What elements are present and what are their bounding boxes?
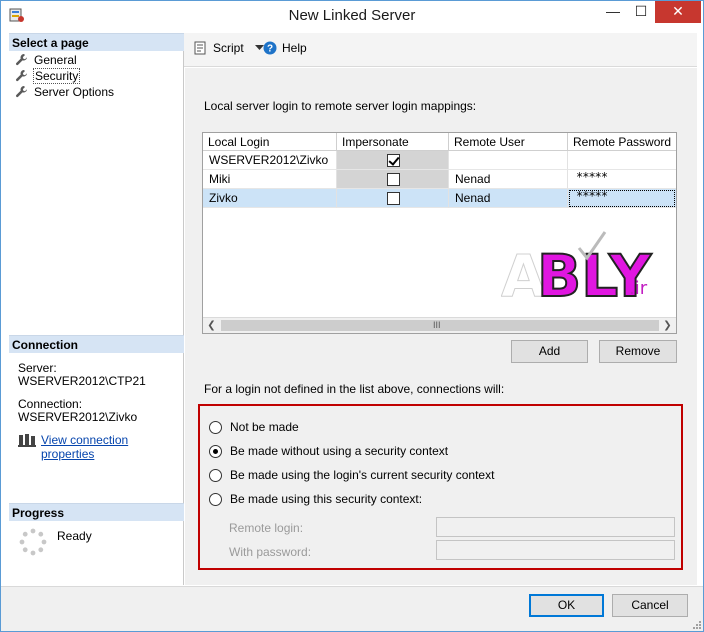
cell-impersonate[interactable]: [337, 189, 449, 208]
page-item-security[interactable]: Security: [15, 68, 81, 84]
wrench-icon: [15, 70, 27, 82]
progress-status: Ready: [57, 529, 92, 543]
radio-button[interactable]: [209, 468, 222, 482]
ok-button[interactable]: OK: [529, 594, 604, 617]
page-item-label: Server Options: [34, 85, 115, 99]
column-header-remote-user[interactable]: Remote User: [449, 133, 568, 151]
column-header-remote-password[interactable]: Remote Password: [568, 133, 676, 151]
view-connection-properties-link[interactable]: View connection properties: [41, 433, 183, 461]
wrench-icon: [15, 54, 27, 66]
cancel-button[interactable]: Cancel: [612, 594, 688, 617]
cell-impersonate[interactable]: [337, 170, 449, 189]
option-label: Be made using this security context:: [230, 492, 423, 506]
scrollbar-grip: III: [433, 320, 441, 330]
toolbar: Script ? Help: [184, 33, 697, 67]
scroll-left-arrow-icon[interactable]: ❮: [203, 318, 220, 333]
table-row[interactable]: WSERVER2012\Zivko: [203, 151, 676, 170]
svg-text:?: ?: [267, 44, 273, 55]
minimize-button[interactable]: —: [599, 1, 627, 23]
with-password-label: With password:: [229, 545, 312, 559]
connection-properties-icon: [18, 434, 36, 447]
option-this-security-context[interactable]: Be made using this security context:: [209, 492, 422, 506]
page-item-label: Security: [32, 68, 81, 84]
impersonate-checkbox[interactable]: [387, 192, 400, 205]
password-mask: *****: [576, 189, 608, 203]
add-button[interactable]: Add: [511, 340, 588, 363]
help-icon: ?: [263, 41, 277, 55]
progress-header: Progress: [9, 503, 184, 521]
cell-remote-password[interactable]: *****: [568, 170, 676, 189]
window-title: New Linked Server: [288, 7, 416, 24]
close-button[interactable]: ✕: [655, 1, 701, 23]
cell-local-login[interactable]: Zivko: [203, 189, 337, 208]
radio-button[interactable]: [209, 492, 222, 506]
ably-watermark-logo: A BLY .ir: [501, 231, 653, 301]
option-not-be-made[interactable]: Not be made: [209, 420, 299, 434]
progress-spinner-icon: [19, 528, 47, 556]
wrench-icon: [15, 86, 27, 98]
server-label: Server:: [18, 361, 57, 375]
mappings-label: Local server login to remote server logi…: [204, 99, 477, 113]
option-label: Be made using the login's current securi…: [230, 468, 495, 482]
cell-remote-user[interactable]: Nenad: [449, 170, 568, 189]
connection-label: Connection:: [18, 397, 83, 411]
column-header-local-login[interactable]: Local Login: [203, 133, 337, 151]
page-item-general[interactable]: General: [15, 52, 77, 68]
script-icon: [194, 41, 206, 55]
dialog-footer: OK Cancel: [1, 587, 703, 631]
scroll-right-arrow-icon[interactable]: ❯: [659, 318, 676, 333]
impersonate-checkbox[interactable]: [387, 173, 400, 186]
script-button[interactable]: Script: [194, 41, 264, 55]
scrollbar-thumb[interactable]: III: [221, 320, 659, 331]
remote-login-input[interactable]: [436, 517, 675, 537]
security-context-options: Not be made Be made without using a secu…: [198, 404, 683, 570]
script-label: Script: [213, 41, 244, 55]
cell-local-login[interactable]: Miki: [203, 170, 337, 189]
page-item-label: General: [34, 53, 77, 67]
cell-local-login[interactable]: WSERVER2012\Zivko: [203, 151, 337, 170]
password-mask: *****: [576, 170, 608, 184]
server-value: WSERVER2012\CTP21: [18, 374, 146, 388]
option-label: Not be made: [230, 420, 299, 434]
new-linked-server-dialog: New Linked Server — ☐ ✕ Select a page Ge…: [0, 0, 704, 632]
impersonate-checkbox[interactable]: [387, 154, 400, 167]
with-password-input[interactable]: [436, 540, 675, 560]
maximize-button[interactable]: ☐: [627, 1, 655, 23]
resize-grip-icon[interactable]: [691, 619, 701, 629]
cell-impersonate[interactable]: [337, 151, 449, 170]
connection-header: Connection: [9, 335, 184, 353]
title-bar[interactable]: New Linked Server — ☐ ✕: [1, 1, 703, 31]
select-page-header: Select a page: [9, 33, 184, 51]
table-row[interactable]: Miki Nenad *****: [203, 170, 676, 189]
cell-remote-user[interactable]: [449, 151, 568, 170]
help-label: Help: [282, 41, 307, 55]
connection-value: WSERVER2012\Zivko: [18, 410, 138, 424]
radio-button-selected[interactable]: [209, 444, 222, 458]
remote-login-label: Remote login:: [229, 521, 304, 535]
remove-button[interactable]: Remove: [599, 340, 677, 363]
grid-header: Local Login Impersonate Remote User Remo…: [203, 133, 676, 151]
help-button[interactable]: ? Help: [263, 41, 307, 55]
cell-remote-user[interactable]: Nenad: [449, 189, 568, 208]
radio-button[interactable]: [209, 420, 222, 434]
svg-text:.ir: .ir: [629, 278, 648, 299]
undefined-login-label: For a login not defined in the list abov…: [204, 382, 505, 396]
table-row-selected[interactable]: Zivko Nenad *****: [203, 189, 676, 208]
cell-remote-password[interactable]: *****: [568, 189, 676, 208]
cell-remote-password[interactable]: [568, 151, 676, 170]
horizontal-scrollbar[interactable]: ❮ III ❯: [203, 317, 676, 333]
option-label: Be made without using a security context: [230, 444, 449, 458]
column-header-impersonate[interactable]: Impersonate: [337, 133, 449, 151]
page-item-server-options[interactable]: Server Options: [15, 84, 114, 100]
left-pane: Select a page General Security Server Op…: [9, 33, 184, 585]
option-current-security-context[interactable]: Be made using the login's current securi…: [209, 468, 494, 482]
option-without-security-context[interactable]: Be made without using a security context: [209, 444, 448, 458]
